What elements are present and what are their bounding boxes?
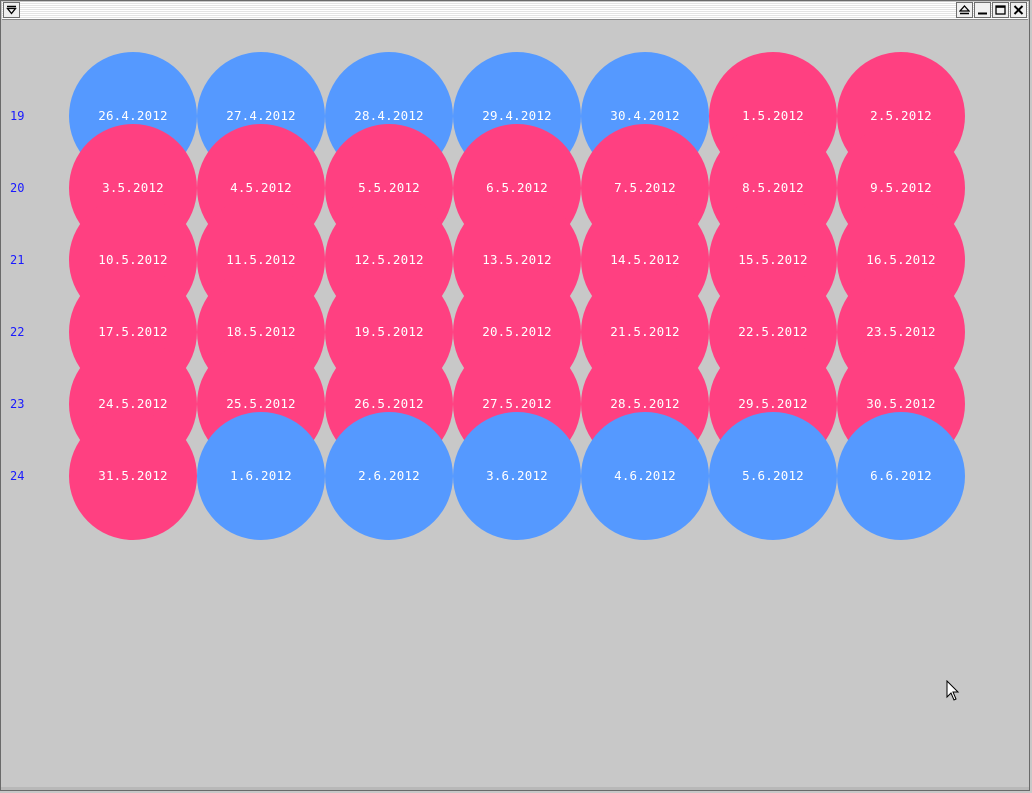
day-date-label: 6.5.2012	[486, 179, 548, 195]
day-date-label: 27.4.2012	[226, 107, 296, 123]
close-icon[interactable]	[1010, 2, 1027, 18]
day-date-label: 5.6.2012	[742, 467, 804, 483]
minimize-icon[interactable]	[974, 2, 991, 18]
day-date-label: 3.6.2012	[486, 467, 548, 483]
day-date-label: 2.6.2012	[358, 467, 420, 483]
day-date-label: 19.5.2012	[354, 323, 424, 339]
day-date-label: 17.5.2012	[98, 323, 168, 339]
day-date-label: 12.5.2012	[354, 251, 424, 267]
day-date-label: 10.5.2012	[98, 251, 168, 267]
day-circle[interactable]: 3.6.2012	[453, 412, 581, 540]
day-date-label: 18.5.2012	[226, 323, 296, 339]
week-number-label: 23	[10, 397, 25, 411]
calendar-view: 19 26.4.2012 27.4.2012 28.4.2012 29.4.2012 30…	[4, 20, 1026, 787]
day-date-label: 4.6.2012	[614, 467, 676, 483]
day-date-label: 1.5.2012	[742, 107, 804, 123]
day-circle[interactable]: 6.6.2012	[837, 412, 965, 540]
day-date-label: 20.5.2012	[482, 323, 552, 339]
day-date-label: 6.6.2012	[870, 467, 932, 483]
day-date-label: 9.5.2012	[870, 179, 932, 195]
day-date-label: 27.5.2012	[482, 395, 552, 411]
day-date-label: 24.5.2012	[98, 395, 168, 411]
week-number-label: 19	[10, 109, 25, 123]
day-date-label: 2.5.2012	[870, 107, 932, 123]
day-date-label: 8.5.2012	[742, 179, 804, 195]
day-date-label: 3.5.2012	[102, 179, 164, 195]
week-number-label: 20	[10, 181, 25, 195]
day-date-label: 28.4.2012	[354, 107, 424, 123]
day-date-label: 11.5.2012	[226, 251, 296, 267]
day-date-label: 23.5.2012	[866, 323, 936, 339]
day-date-label: 26.5.2012	[354, 395, 424, 411]
day-date-label: 13.5.2012	[482, 251, 552, 267]
window-frame-bottom	[1, 787, 1029, 790]
day-date-label: 22.5.2012	[738, 323, 808, 339]
week-number-label: 21	[10, 253, 25, 267]
day-date-label: 30.4.2012	[610, 107, 680, 123]
day-date-label: 25.5.2012	[226, 395, 296, 411]
day-date-label: 26.4.2012	[98, 107, 168, 123]
week-number-label: 22	[10, 325, 25, 339]
application-window: 19 26.4.2012 27.4.2012 28.4.2012 29.4.2012 30…	[0, 0, 1030, 791]
day-date-label: 14.5.2012	[610, 251, 680, 267]
day-date-label: 31.5.2012	[98, 467, 168, 483]
day-date-label: 16.5.2012	[866, 251, 936, 267]
day-circle[interactable]: 1.6.2012	[197, 412, 325, 540]
day-circle[interactable]: 5.6.2012	[709, 412, 837, 540]
day-date-label: 30.5.2012	[866, 395, 936, 411]
week-number-label: 24	[10, 469, 25, 483]
day-date-label: 29.5.2012	[738, 395, 808, 411]
window-menu-icon[interactable]	[3, 2, 20, 18]
day-date-label: 1.6.2012	[230, 467, 292, 483]
day-date-label: 28.5.2012	[610, 395, 680, 411]
day-date-label: 15.5.2012	[738, 251, 808, 267]
day-date-label: 7.5.2012	[614, 179, 676, 195]
day-date-label: 29.4.2012	[482, 107, 552, 123]
mouse-cursor-icon	[946, 680, 960, 701]
day-circle[interactable]: 2.6.2012	[325, 412, 453, 540]
maximize-icon[interactable]	[992, 2, 1009, 18]
day-date-label: 21.5.2012	[610, 323, 680, 339]
day-circle[interactable]: 4.6.2012	[581, 412, 709, 540]
shade-icon[interactable]	[956, 2, 973, 18]
day-circle[interactable]: 31.5.2012	[69, 412, 197, 540]
day-date-label: 4.5.2012	[230, 179, 292, 195]
title-bar[interactable]	[2, 2, 1028, 20]
day-date-label: 5.5.2012	[358, 179, 420, 195]
